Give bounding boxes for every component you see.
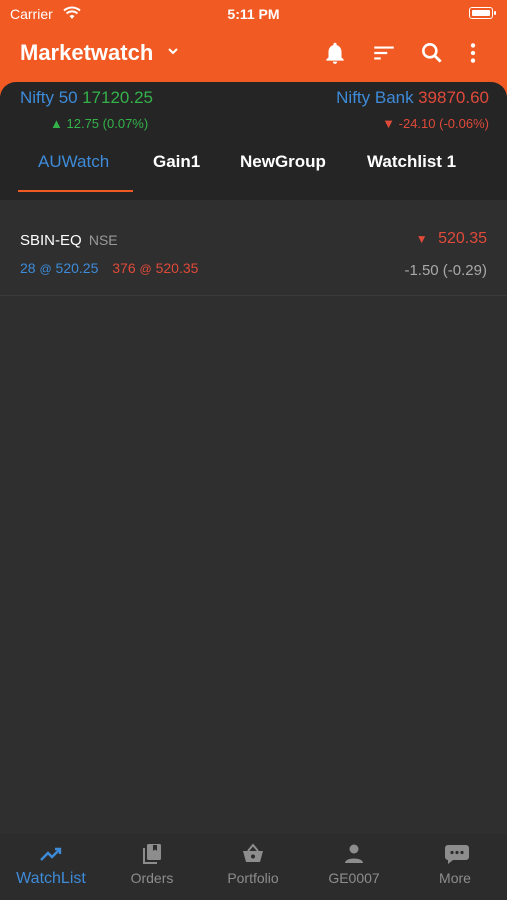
exchange-label: NSE — [88, 232, 118, 248]
nav-label: Portfolio — [227, 870, 279, 886]
more-vert-icon[interactable] — [460, 40, 486, 66]
symbol-name: SBIN-EQ — [20, 232, 82, 249]
ask-info: 376 @ 520.35 — [112, 260, 199, 276]
nav-portfolio[interactable]: Portfolio — [203, 842, 303, 886]
nav-profile[interactable]: GE0007 — [304, 842, 404, 886]
more-icon — [442, 842, 469, 866]
index-value: 17120.25 — [82, 88, 153, 107]
index-value: 39870.60 — [418, 88, 489, 107]
nav-orders[interactable]: Orders — [102, 842, 202, 886]
triangle-down-icon: ▼ — [415, 232, 428, 246]
active-tab-indicator — [18, 190, 133, 192]
sort-icon[interactable] — [371, 40, 397, 66]
triangle-up-icon: ▲ — [50, 116, 63, 131]
trending-up-icon — [38, 842, 64, 866]
nav-more[interactable]: More — [405, 842, 505, 886]
nav-label: More — [439, 870, 471, 886]
tab-newgroup[interactable]: NewGroup — [240, 152, 326, 172]
index-change: 12.75 — [66, 116, 100, 131]
bell-icon[interactable] — [322, 40, 348, 66]
nav-label: Orders — [130, 870, 174, 886]
bid-price: 520.25 — [55, 260, 99, 276]
index-name: Nifty 50 — [20, 88, 78, 107]
last-price: 520.35 — [438, 230, 487, 247]
bid-qty: 28 — [20, 260, 36, 276]
index-niftybank[interactable]: Nifty Bank 39870.60 ▼ -24.10 (-0.06%) — [336, 88, 489, 131]
nav-watchlist[interactable]: WatchList — [1, 842, 101, 888]
search-icon[interactable] — [419, 40, 445, 66]
table-row[interactable]: SBIN-EQ NSE 28 @ 520.25 376 @ 520.35 ▼ 5… — [0, 218, 507, 296]
index-change: -24.10 — [398, 116, 436, 131]
bottom-nav: WatchList Orders Portfolio GE0007 More — [0, 834, 507, 900]
nav-label: GE0007 — [328, 870, 380, 886]
tab-auwatch[interactable]: AUWatch — [38, 152, 109, 172]
tab-gain1[interactable]: Gain1 — [153, 152, 200, 172]
basket-icon — [240, 842, 266, 866]
index-change-pct: (0.07%) — [102, 116, 149, 131]
price-change: -1.50 (-0.29) — [404, 262, 487, 279]
ask-qty: 376 — [112, 260, 136, 276]
person-icon — [341, 842, 367, 866]
battery-icon — [469, 7, 496, 19]
chevron-down-icon[interactable] — [166, 44, 180, 63]
index-name: Nifty Bank — [336, 88, 414, 107]
triangle-down-icon: ▼ — [382, 116, 396, 131]
bid-info: 28 @ 520.25 — [20, 260, 99, 276]
status-bar: Carrier 5:11 PM — [0, 0, 507, 28]
tab-watchlist-1[interactable]: Watchlist 1 — [367, 152, 456, 172]
ask-price: 520.35 — [155, 260, 199, 276]
index-change-pct: (-0.06%) — [439, 116, 489, 131]
clock: 5:11 PM — [227, 6, 280, 22]
page-title[interactable]: Marketwatch — [20, 40, 153, 66]
nav-label: WatchList — [16, 870, 86, 887]
orders-icon — [139, 842, 165, 866]
index-nifty50[interactable]: Nifty 50 17120.25 ▲ 12.75 (0.07%) — [20, 88, 153, 131]
